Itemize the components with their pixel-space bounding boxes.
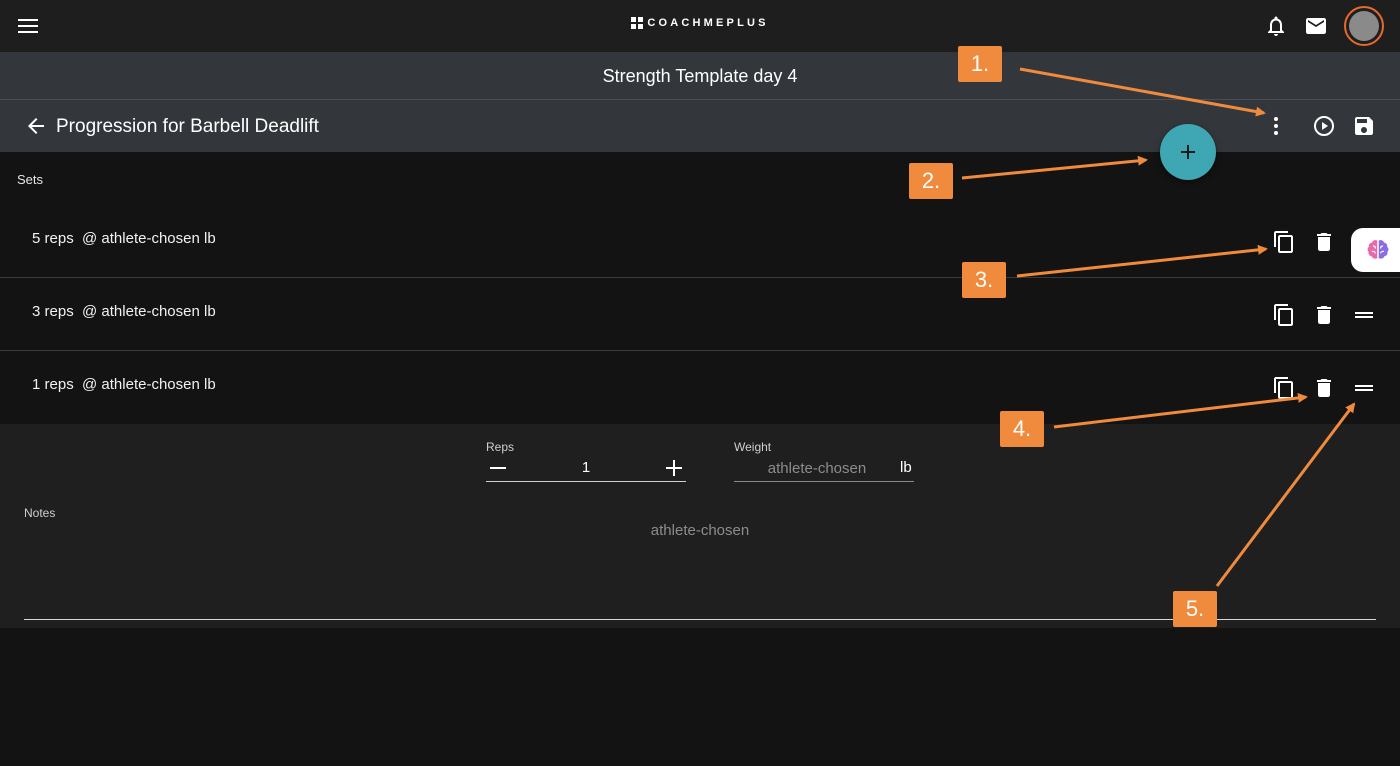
set-summary: 5 reps @ athlete-chosen lb <box>32 230 216 247</box>
callout-5: 5. <box>1173 591 1217 627</box>
set-summary: 1 reps @ athlete-chosen lb <box>32 376 216 393</box>
brand-logo: COACHMEPLUS <box>0 17 1400 29</box>
template-header: Strength Template day 4 <box>0 52 1400 100</box>
avatar[interactable] <box>1344 6 1384 46</box>
weight-input[interactable] <box>734 457 900 479</box>
callout-4: 4. <box>1000 411 1044 447</box>
set-row[interactable]: 1 reps @ athlete-chosen lb <box>0 352 1400 424</box>
weight-label: Weight <box>734 440 772 454</box>
trash-icon[interactable] <box>1312 230 1336 254</box>
play-circle-icon[interactable] <box>1312 114 1336 138</box>
callout-2: 2. <box>909 163 953 199</box>
reps-stepper: 1 <box>486 455 686 482</box>
floppy-disk-icon[interactable] <box>1352 114 1376 138</box>
weight-field: lb <box>734 455 914 482</box>
arrow-left-icon[interactable] <box>24 114 48 138</box>
callout-1: 1. <box>958 46 1002 82</box>
assistant-tab[interactable] <box>1351 228 1400 272</box>
template-title: Strength Template day 4 <box>602 66 798 86</box>
plus-icon <box>1181 145 1195 159</box>
copy-icon[interactable] <box>1272 230 1296 254</box>
drag-handle-icon[interactable] <box>1352 303 1376 327</box>
copy-icon[interactable] <box>1272 303 1296 327</box>
set-row[interactable]: 3 reps @ athlete-chosen lb <box>0 279 1400 351</box>
trash-icon[interactable] <box>1312 376 1336 400</box>
plus-icon[interactable] <box>662 456 686 480</box>
notes-label: Notes <box>24 506 56 520</box>
mail-icon[interactable] <box>1304 14 1328 38</box>
drag-handle-icon[interactable] <box>1352 376 1376 400</box>
annotation-arrow-2 <box>961 155 1148 180</box>
add-set-button[interactable] <box>1160 124 1216 180</box>
notes-input[interactable] <box>24 522 1376 552</box>
brand-name: COACHMEPLUS <box>647 17 769 29</box>
bell-icon[interactable] <box>1264 14 1288 38</box>
logo-mark-icon <box>631 17 644 29</box>
top-app-bar: COACHMEPLUS <box>0 0 1400 52</box>
brain-icon <box>1367 240 1389 260</box>
trash-icon[interactable] <box>1312 303 1336 327</box>
sets-section-label: Sets <box>17 172 44 187</box>
set-row[interactable]: 5 reps @ athlete-chosen lb <box>0 206 1400 278</box>
copy-icon[interactable] <box>1272 376 1296 400</box>
callout-3: 3. <box>962 262 1006 298</box>
page-title: Progression for Barbell Deadlift <box>56 116 319 137</box>
weight-unit: lb <box>900 459 912 476</box>
set-summary: 3 reps @ athlete-chosen lb <box>32 303 216 320</box>
reps-label: Reps <box>486 440 515 454</box>
reps-value[interactable]: 1 <box>486 459 686 476</box>
more-vertical-icon[interactable] <box>1264 114 1288 138</box>
